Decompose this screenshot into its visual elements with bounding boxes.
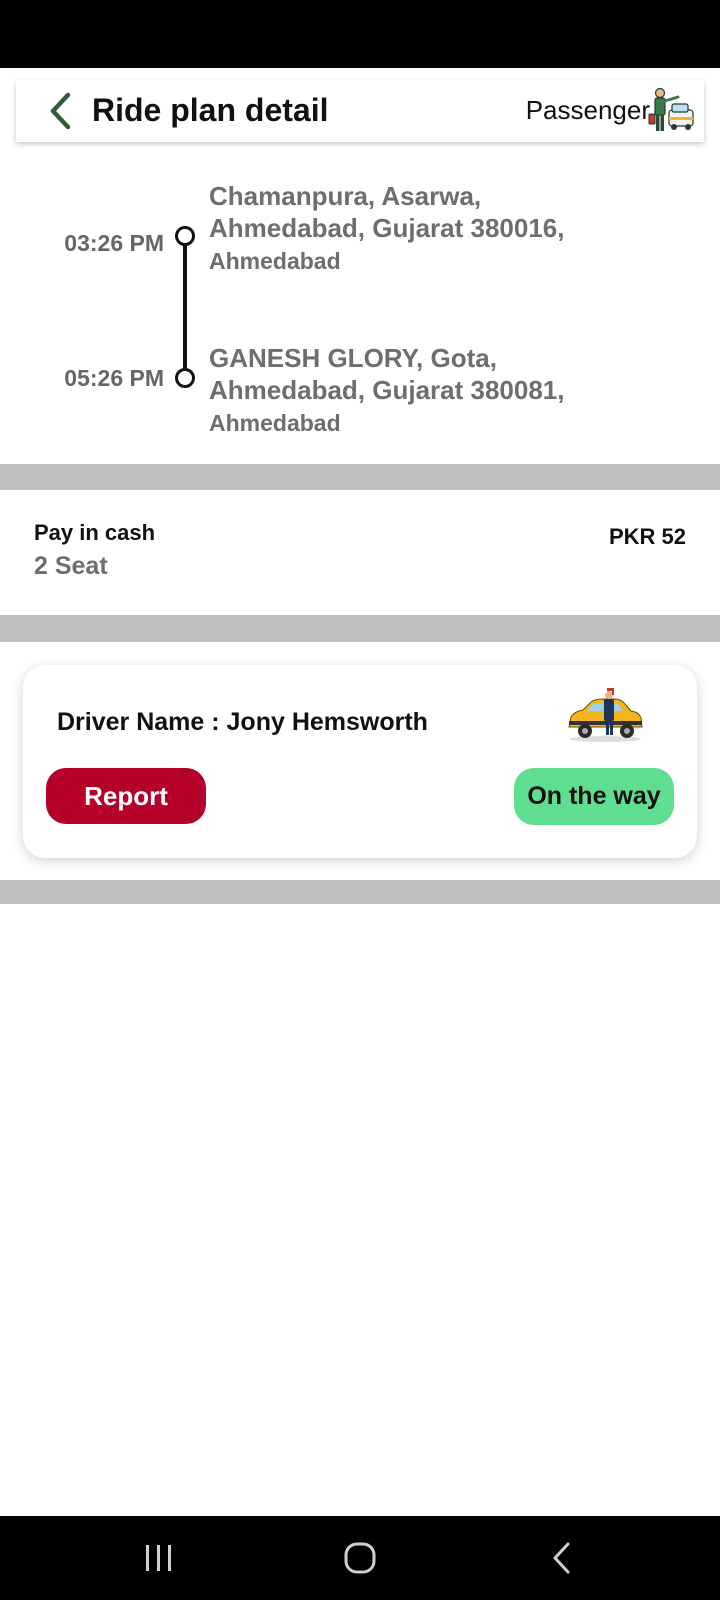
dropoff-city: Ahmedabad [209, 410, 341, 436]
on-the-way-button[interactable]: On the way [514, 768, 674, 825]
dropoff-address: GANESH GLORY, Gota, Ahmedabad, Gujarat 3… [209, 342, 689, 440]
pickup-city: Ahmedabad [209, 248, 341, 274]
app-header: Ride plan detail Passenger [16, 80, 704, 142]
route-timeline: 03:26 PM Chamanpura, Asarwa, Ahmedabad, … [0, 170, 720, 464]
back-button[interactable] [40, 88, 80, 134]
system-nav-bar [0, 1516, 720, 1600]
home-icon [344, 1542, 376, 1574]
page-title: Ride plan detail [92, 92, 329, 128]
home-button[interactable] [332, 1534, 388, 1582]
seat-count: 2 Seat [34, 552, 108, 580]
recents-button[interactable] [131, 1534, 187, 1582]
pickup-dot [175, 226, 195, 246]
section-divider [0, 464, 720, 490]
status-bar [0, 0, 720, 68]
payment-section: Pay in cash 2 Seat PKR 52 [0, 490, 720, 615]
route-line [183, 236, 187, 370]
pickup-address: Chamanpura, Asarwa, Ahmedabad, Gujarat 3… [209, 180, 689, 278]
dropoff-dot [175, 368, 195, 388]
pickup-address-line2: Ahmedabad, Gujarat 380016, [209, 213, 565, 243]
role-label: Passenger [525, 95, 650, 125]
section-divider [0, 615, 720, 642]
ride-price: PKR 52 [608, 524, 686, 549]
back-icon [553, 1542, 570, 1574]
driver-card: Driver Name : Jony Hemsworth Report On t… [23, 665, 697, 858]
dropoff-time: 05:26 PM [64, 365, 164, 391]
report-button[interactable]: Report [46, 768, 206, 824]
chevron-left-icon [50, 92, 71, 130]
pickup-time: 03:26 PM [64, 230, 164, 256]
pickup-address-line1: Chamanpura, Asarwa, [209, 181, 482, 211]
driver-name: Driver Name : Jony Hemsworth [57, 708, 428, 736]
system-back-button[interactable] [534, 1534, 590, 1582]
passenger-taxi-icon [648, 86, 694, 134]
recents-icon [146, 1545, 171, 1571]
payment-method: Pay in cash [34, 520, 156, 545]
dropoff-address-line2: Ahmedabad, Gujarat 380081, [209, 375, 565, 405]
section-divider [0, 880, 720, 904]
driver-car-icon [559, 687, 649, 745]
dropoff-address-line1: GANESH GLORY, Gota, [209, 343, 497, 373]
